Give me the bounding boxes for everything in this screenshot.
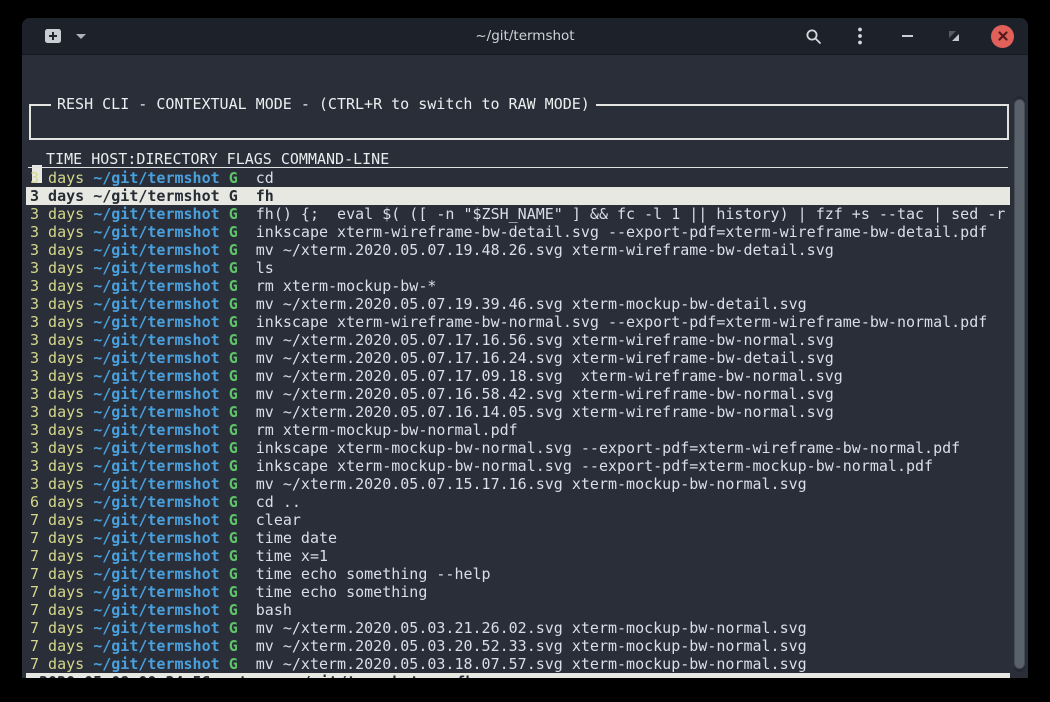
titlebar: ~/git/termshot xyxy=(22,18,1028,55)
history-row-selected[interactable]: 3 days ~/git/termshot G fh xyxy=(26,187,1010,205)
history-row[interactable]: 3 days ~/git/termshot G mv ~/xterm.2020.… xyxy=(26,241,1010,259)
minimize-icon xyxy=(902,35,913,37)
status-datetime: 2020-05-08 00:34:56 xyxy=(39,673,211,678)
table-header: TIME HOST:DIRECTORY FLAGS COMMAND-LINE xyxy=(28,150,1008,168)
history-row[interactable]: 3 days ~/git/termshot G inkscape xterm-m… xyxy=(26,457,1010,475)
search-input[interactable]: RESH CLI - CONTEXTUAL MODE - (CTRL+R to … xyxy=(29,104,1009,140)
search-button[interactable] xyxy=(803,26,823,46)
scrollbar[interactable] xyxy=(1014,96,1025,672)
status-command: fh xyxy=(456,673,474,678)
history-row[interactable]: 3 days ~/git/termshot G mv ~/xterm.2020.… xyxy=(26,367,1010,385)
history-row[interactable]: 3 days ~/git/termshot G ls xyxy=(26,259,1010,277)
new-tab-icon xyxy=(43,28,63,45)
history-row[interactable]: 3 days ~/git/termshot G mv ~/xterm.2020.… xyxy=(26,331,1010,349)
history-row[interactable]: 7 days ~/git/termshot G clear xyxy=(26,511,1010,529)
history-row[interactable]: 7 days ~/git/termshot G mv ~/xterm.2020.… xyxy=(26,619,1010,637)
restore-icon xyxy=(948,30,960,42)
history-row[interactable]: 3 days ~/git/termshot G mv ~/xterm.2020.… xyxy=(26,475,1010,493)
history-row[interactable]: 3 days ~/git/termshot G rm xterm-mockup-… xyxy=(26,277,1010,295)
history-row[interactable]: 3 days ~/git/termshot G mv ~/xterm.2020.… xyxy=(26,295,1010,313)
history-row[interactable]: 7 days ~/git/termshot G time date xyxy=(26,529,1010,547)
history-row[interactable]: 7 days ~/git/termshot G mv ~/xterm.2020.… xyxy=(26,637,1010,655)
menu-kebab-icon xyxy=(858,27,862,45)
history-row[interactable]: 3 days ~/git/termshot G cd xyxy=(26,169,1010,187)
menu-button[interactable] xyxy=(850,26,870,46)
scrollbar-thumb[interactable] xyxy=(1014,99,1025,669)
close-button[interactable] xyxy=(991,25,1014,48)
terminal-window: ~/git/termshot xyxy=(22,18,1028,678)
history-row[interactable]: 7 days ~/git/termshot G time x=1 xyxy=(26,547,1010,565)
history-row[interactable]: 3 days ~/git/termshot G fh() {; eval $( … xyxy=(26,205,1010,223)
history-row[interactable]: 7 days ~/git/termshot G time echo someth… xyxy=(26,565,1010,583)
history-rows: 3 days ~/git/termshot G cd3 days ~/git/t… xyxy=(26,169,1010,673)
close-icon xyxy=(997,30,1009,42)
history-row[interactable]: 3 days ~/git/termshot G rm xterm-mockup-… xyxy=(26,421,1010,439)
history-row[interactable]: 3 days ~/git/termshot G mv ~/xterm.2020.… xyxy=(26,349,1010,367)
search-box-title: RESH CLI - CONTEXTUAL MODE - (CTRL+R to … xyxy=(51,95,596,113)
history-row[interactable]: 3 days ~/git/termshot G mv ~/xterm.2020.… xyxy=(26,385,1010,403)
tab-dropdown-caret-icon[interactable] xyxy=(76,34,86,39)
history-row[interactable]: 3 days ~/git/termshot G mv ~/xterm.2020.… xyxy=(26,403,1010,421)
search-icon xyxy=(805,28,822,45)
history-row[interactable]: 7 days ~/git/termshot G bash xyxy=(26,601,1010,619)
status-bar: 2020-05-08 00:34:56 tower:~/git/termshot f… xyxy=(26,673,1010,678)
history-row[interactable]: 3 days ~/git/termshot G inkscape xterm-w… xyxy=(26,223,1010,241)
terminal-content: RESH CLI - CONTEXTUAL MODE - (CTRL+R to … xyxy=(22,56,1028,678)
history-row[interactable]: 3 days ~/git/termshot G inkscape xterm-w… xyxy=(26,313,1010,331)
minimize-button[interactable] xyxy=(897,26,917,46)
history-row[interactable]: 7 days ~/git/termshot G mv ~/xterm.2020.… xyxy=(26,655,1010,673)
status-host-directory: tower:~/git/termshot xyxy=(239,673,420,678)
history-row[interactable]: 6 days ~/git/termshot G cd .. xyxy=(26,493,1010,511)
history-row[interactable]: 7 days ~/git/termshot G time echo someth… xyxy=(26,583,1010,601)
new-tab-button[interactable] xyxy=(42,26,64,46)
restore-button[interactable] xyxy=(944,26,964,46)
history-row[interactable]: 3 days ~/git/termshot G inkscape xterm-m… xyxy=(26,439,1010,457)
